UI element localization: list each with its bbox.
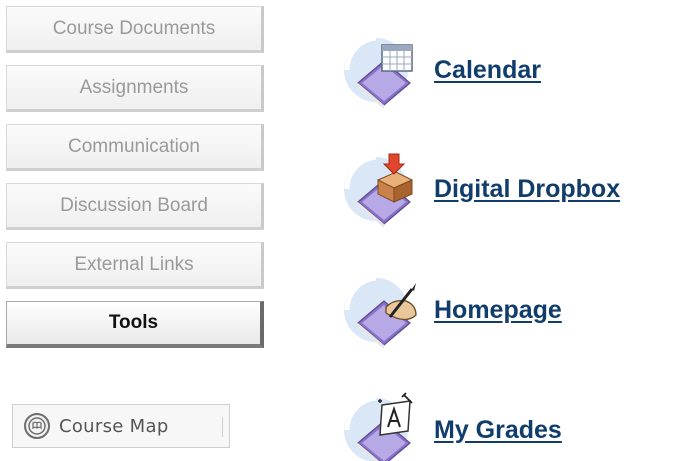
grades-icon[interactable] <box>342 391 434 461</box>
tool-link-calendar[interactable]: Calendar <box>434 56 541 85</box>
tool-link-homepage[interactable]: Homepage <box>434 296 562 325</box>
menu-button-label: Communication <box>68 135 200 157</box>
tool-item-calendar: Calendar <box>342 30 541 110</box>
tool-item-digital-dropbox: Digital Dropbox <box>342 149 620 229</box>
course-map-icon <box>24 413 50 439</box>
calendar-icon[interactable] <box>342 31 434 109</box>
menu-button-label: External Links <box>74 253 194 275</box>
tool-link-my-grades[interactable]: My Grades <box>434 416 562 445</box>
menu-button-label: Discussion Board <box>60 194 208 216</box>
course-map-label: Course Map <box>59 415 169 437</box>
menu-button-communication[interactable]: Communication <box>6 124 264 171</box>
course-map-button[interactable]: Course Map <box>12 404 230 448</box>
tool-item-my-grades: My Grades <box>342 390 562 461</box>
menu-button-assignments[interactable]: Assignments <box>6 65 264 112</box>
dropbox-icon[interactable] <box>342 150 434 228</box>
course-map-divider <box>222 417 223 437</box>
menu-button-discussion-board[interactable]: Discussion Board <box>6 183 264 230</box>
menu-button-tools[interactable]: Tools <box>6 301 264 348</box>
menu-button-course-documents[interactable]: Course Documents <box>6 6 264 53</box>
tool-item-homepage: Homepage <box>342 270 562 350</box>
menu-button-label: Course Documents <box>52 17 216 39</box>
menu-button-label: Tools <box>108 312 159 333</box>
homepage-icon[interactable] <box>342 271 434 349</box>
menu-button-label: Assignments <box>79 76 189 98</box>
course-menu: Course Documents Assignments Communicati… <box>6 6 268 360</box>
tool-link-digital-dropbox[interactable]: Digital Dropbox <box>434 175 620 204</box>
menu-button-external-links[interactable]: External Links <box>6 242 264 289</box>
